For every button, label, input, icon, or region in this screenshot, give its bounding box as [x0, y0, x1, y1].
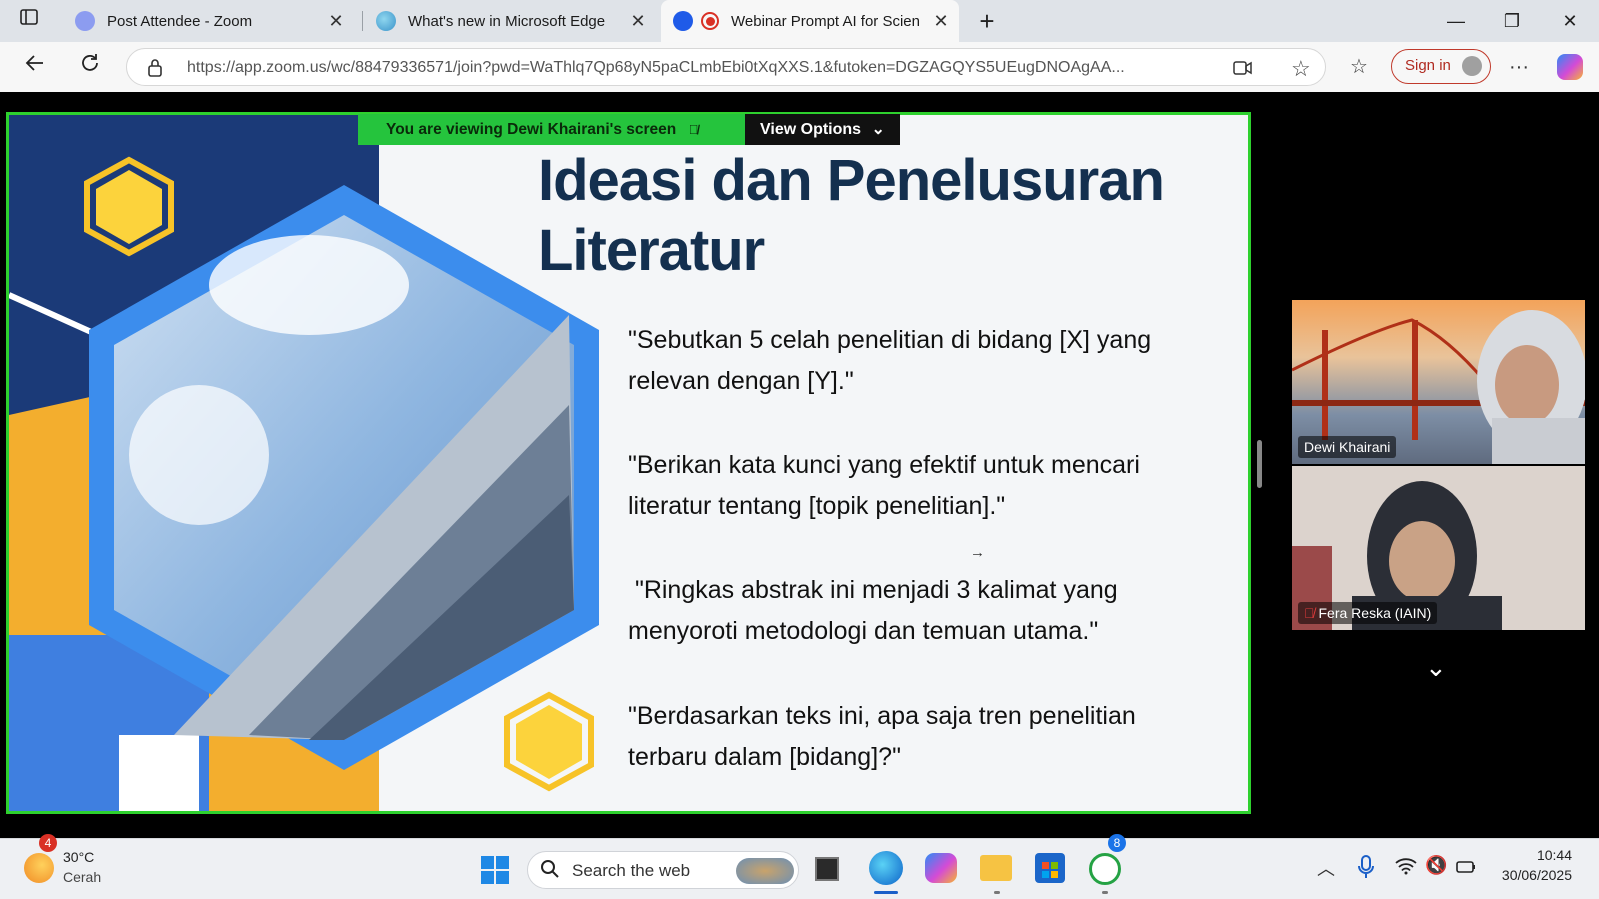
participant-name: Dewi Khairani — [1298, 436, 1397, 458]
weather-sun-icon[interactable] — [24, 853, 54, 883]
participant-name: Fera Reska (IAIN) — [1318, 605, 1432, 621]
close-window-icon[interactable]: ✕ — [1550, 6, 1590, 36]
search-highlight-icon — [736, 858, 794, 884]
task-view-icon[interactable] — [815, 857, 839, 881]
copilot-icon[interactable] — [1555, 52, 1585, 82]
file-explorer-icon[interactable] — [980, 855, 1012, 881]
lock-icon[interactable] — [147, 58, 163, 83]
prompt-quote: "Sebutkan 5 celah penelitian di bidang [… — [628, 320, 1188, 402]
weather-description: Cerah — [63, 869, 102, 885]
quote-line: menyoroti metodologi dan temuan utama." — [628, 617, 1099, 645]
show-hidden-icons-chevron-up-icon[interactable]: ︿ — [1317, 855, 1335, 881]
camera-icon[interactable] — [1233, 59, 1253, 82]
sign-in-label: Sign in — [1405, 57, 1451, 74]
browser-tab-strip: Post Attendee - Zoom ✕ What's new in Mic… — [0, 0, 1599, 42]
panel-resize-handle[interactable] — [1257, 440, 1262, 488]
clock-time[interactable]: 10:44 — [1492, 847, 1572, 863]
chevron-down-icon: ⌄ — [871, 121, 885, 138]
tab-title: Post Attendee - Zoom — [107, 12, 253, 30]
taskbar-search-box[interactable]: Search the web — [527, 851, 799, 889]
tab-separator — [362, 11, 363, 31]
favorites-icon[interactable]: ☆ — [1344, 52, 1374, 82]
active-app-indicator — [874, 891, 898, 894]
wifi-icon[interactable] — [1395, 857, 1417, 880]
clock-date[interactable]: 30/06/2025 — [1492, 867, 1572, 883]
copilot-taskbar-icon[interactable] — [925, 853, 957, 883]
whatsapp-badge: 8 — [1108, 834, 1126, 852]
quote-line: "Ringkas abstrak ini menjadi 3 kalimat y… — [628, 576, 1118, 604]
view-options-label: View Options — [760, 121, 862, 138]
zoom-icon — [673, 11, 693, 31]
view-options-button[interactable]: View Options ⌄ — [745, 114, 900, 145]
windows-taskbar: 4 30°C Cerah Search the web 8 ︿ 🔇 10:44 … — [0, 834, 1599, 899]
cursor-arrow-icon: → — [970, 544, 985, 561]
viewing-banner-text: You are viewing Dewi Khairani's screen — [386, 121, 677, 138]
prompt-quote: "Berikan kata kunci yang efektif untuk m… — [628, 445, 1188, 527]
address-bar[interactable]: https://app.zoom.us/wc/88479336571/join?… — [126, 48, 1326, 86]
close-tab-icon[interactable]: ✕ — [324, 11, 348, 32]
slide-title-line2: Literatur — [538, 218, 765, 283]
zoom-icon — [75, 11, 95, 31]
chevron-down-icon[interactable]: ⌄ — [1425, 652, 1447, 683]
minimize-icon[interactable]: — — [1436, 6, 1476, 36]
tab-actions-icon[interactable] — [14, 6, 44, 36]
quote-line: "Sebutkan 5 celah penelitian di bidang [… — [628, 326, 1152, 354]
sign-in-button[interactable]: Sign in — [1391, 49, 1491, 84]
close-tab-icon[interactable]: ✕ — [929, 11, 953, 32]
tab-webinar-prompt-ai[interactable]: Webinar Prompt AI for Scien ✕ — [661, 0, 959, 42]
microphone-icon[interactable] — [1358, 855, 1374, 884]
quote-line: relevan dengan [Y]." — [628, 367, 854, 395]
whatsapp-icon[interactable] — [1089, 853, 1121, 885]
edge-taskbar-icon[interactable] — [869, 851, 903, 885]
prompt-quote: "Berdasarkan teks ini, apa saja tren pen… — [628, 696, 1188, 778]
tab-title: What's new in Microsoft Edge — [408, 12, 606, 30]
more-options-icon[interactable]: ··· — [1504, 52, 1534, 82]
search-icon — [540, 859, 560, 884]
tab-title: Webinar Prompt AI for Scien — [731, 12, 920, 30]
battery-icon[interactable] — [1455, 856, 1477, 881]
quote-line: "Berikan kata kunci yang efektif untuk m… — [628, 451, 1140, 479]
video-tile-dewi[interactable]: Dewi Khairani — [1292, 300, 1585, 464]
close-tab-icon[interactable]: ✕ — [626, 11, 650, 32]
open-app-indicator — [1102, 891, 1108, 894]
recording-icon — [701, 12, 719, 30]
microsoft-store-icon[interactable] — [1035, 853, 1065, 883]
quote-line: literatur tentang [topik penelitian]." — [628, 492, 1006, 520]
weather-temperature[interactable]: 30°C — [63, 849, 94, 865]
muted-mic-icon: 🎙̸ — [688, 122, 699, 137]
slide-title-line1: Ideasi dan Penelusuran — [538, 148, 1165, 213]
slide-title: Ideasi dan Penelusuran Literatur — [538, 146, 1218, 286]
url-text: https://app.zoom.us/wc/88479336571/join?… — [187, 59, 1125, 76]
video-tile-fera[interactable]: 🎙̸ Fera Reska (IAIN) — [1292, 466, 1585, 630]
favorite-star-icon[interactable]: ☆ — [1291, 56, 1311, 82]
prompt-quote: "Ringkas abstrak ini menjadi 3 kalimat y… — [628, 570, 1188, 652]
participant-name-label: 🎙̸ Fera Reska (IAIN) — [1298, 602, 1438, 624]
profile-avatar-icon — [1462, 56, 1482, 76]
back-icon[interactable] — [20, 52, 50, 82]
restore-icon[interactable]: ❐ — [1492, 6, 1532, 36]
windows-start-icon[interactable] — [480, 855, 510, 890]
open-app-indicator — [994, 891, 1000, 894]
refresh-icon[interactable] — [75, 52, 105, 82]
browser-toolbar: https://app.zoom.us/wc/88479336571/join?… — [0, 42, 1599, 92]
weather-badge: 4 — [39, 834, 57, 852]
muted-mic-icon: 🎙̸ — [1304, 605, 1315, 621]
edge-icon — [376, 11, 396, 31]
volume-muted-icon[interactable]: 🔇 — [1425, 855, 1447, 876]
tab-whats-new-edge[interactable]: What's new in Microsoft Edge ✕ — [364, 0, 656, 42]
search-placeholder: Search the web — [572, 861, 691, 880]
quote-line: "Berdasarkan teks ini, apa saja tren pen… — [628, 702, 1136, 730]
quote-line: terbaru dalam [bidang]?" — [628, 743, 901, 771]
viewing-banner: You are viewing Dewi Khairani's screen 🎙… — [358, 114, 747, 145]
tab-post-attendee-zoom[interactable]: Post Attendee - Zoom ✕ — [63, 0, 354, 42]
new-tab-button[interactable]: + — [967, 6, 1007, 36]
